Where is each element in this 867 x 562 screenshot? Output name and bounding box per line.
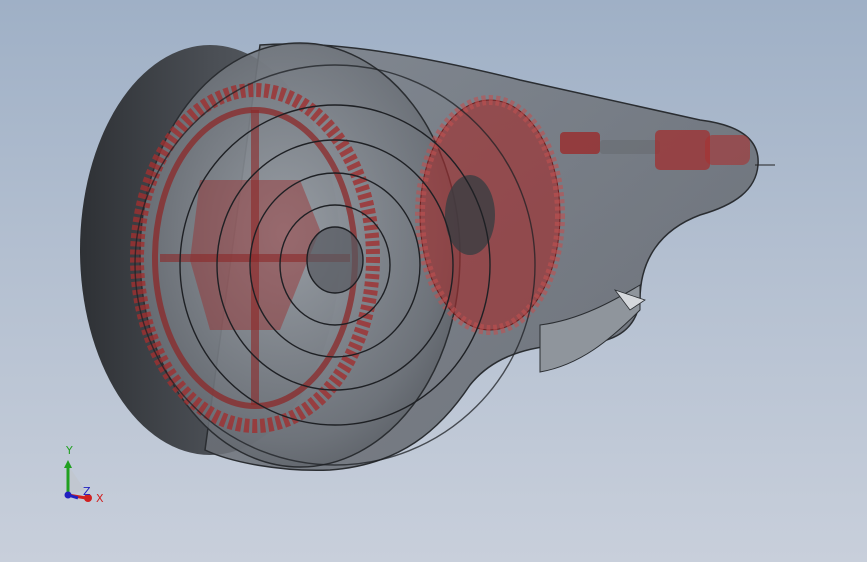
3d-viewport[interactable]: Y X Z: [0, 0, 867, 562]
triad-origin-icon: [64, 491, 72, 499]
y-axis-arrow-icon: [64, 460, 72, 468]
z-axis-label: Z: [83, 485, 91, 498]
orientation-triad: Y X Z: [50, 440, 120, 510]
bevel-gear: [415, 95, 565, 335]
model-view[interactable]: [0, 0, 867, 562]
y-axis-label: Y: [65, 444, 73, 457]
x-axis-label: X: [96, 492, 104, 505]
